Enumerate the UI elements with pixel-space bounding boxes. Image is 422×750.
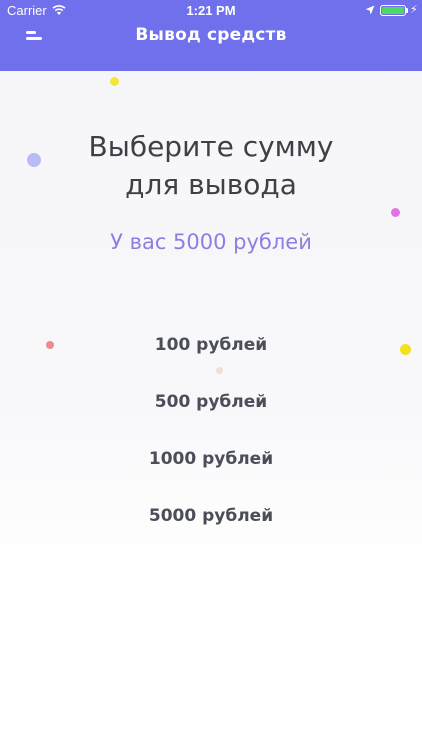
amount-option-1000[interactable]: 1000 рублей bbox=[101, 444, 321, 474]
location-arrow-icon bbox=[365, 5, 375, 15]
nav-title: Вывод средств bbox=[135, 25, 287, 45]
charging-bolt-icon: ⚡︎ bbox=[410, 3, 418, 16]
app-screen: Carrier 1:21 PM ⚡︎ Вывод средств Выберит… bbox=[0, 0, 422, 750]
amount-option-500[interactable]: 500 рублей bbox=[101, 387, 321, 417]
page-heading: Выберите сумму для вывода bbox=[0, 128, 422, 204]
battery-nub bbox=[406, 8, 408, 13]
battery-icon bbox=[380, 5, 406, 16]
balance-text: У вас 5000 рублей bbox=[110, 230, 312, 254]
heading-line-1: Выберите сумму bbox=[88, 130, 334, 163]
amount-option-5000[interactable]: 5000 рублей bbox=[101, 501, 321, 531]
heading-line-2: для вывода bbox=[125, 168, 297, 201]
confetti-dot bbox=[391, 208, 400, 217]
battery-level bbox=[382, 7, 404, 14]
top-bar: Carrier 1:21 PM ⚡︎ Вывод средств bbox=[0, 0, 422, 71]
amount-option-100[interactable]: 100 рублей bbox=[101, 330, 321, 360]
confetti-dot bbox=[110, 77, 119, 86]
status-time: 1:21 PM bbox=[186, 3, 236, 18]
status-bar: Carrier 1:21 PM ⚡︎ bbox=[0, 0, 422, 22]
amount-options: 100 рублей 500 рублей 1000 рублей 5000 р… bbox=[0, 330, 422, 558]
